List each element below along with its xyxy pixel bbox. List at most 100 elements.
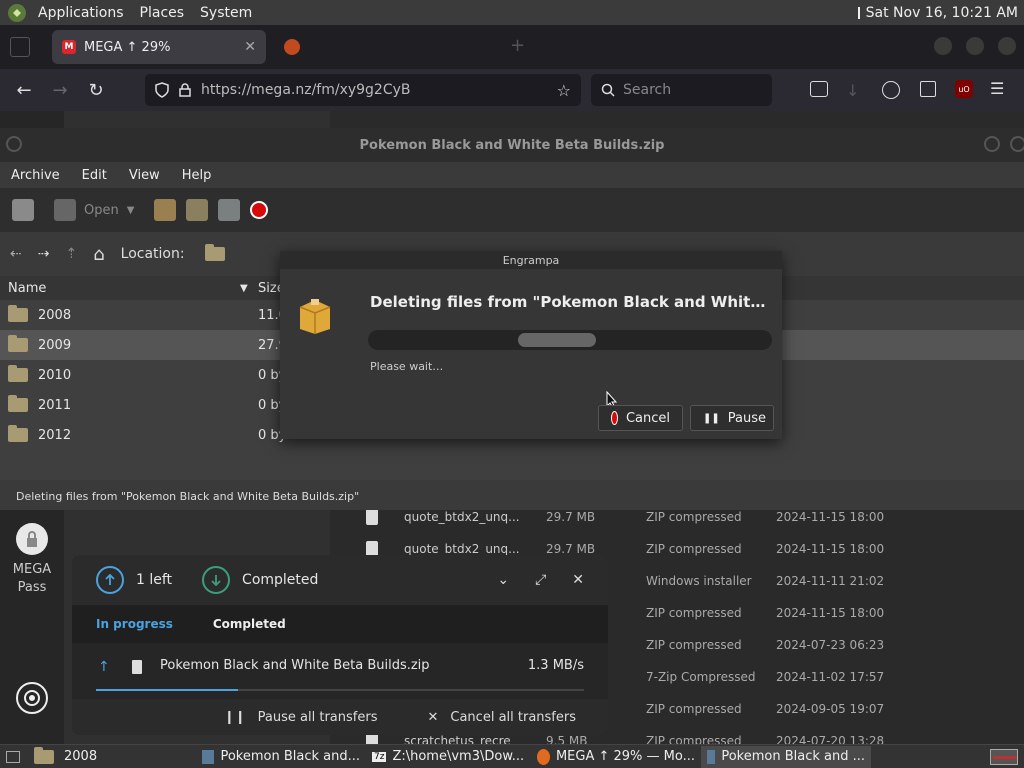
expand-icon[interactable]: ⤢ bbox=[535, 572, 546, 588]
new-archive-icon[interactable] bbox=[12, 199, 34, 221]
taskbar: 2008 Pokemon Black and... 7z Z:\home\vm3… bbox=[0, 744, 1024, 768]
taskbar-item-engrampa-active[interactable]: Pokemon Black and ... bbox=[701, 745, 871, 768]
maximize-icon[interactable] bbox=[1010, 136, 1024, 152]
add-files-icon[interactable] bbox=[186, 199, 209, 221]
taskbar-item-label: Pokemon Black and ... bbox=[721, 749, 865, 764]
tab-completed[interactable]: Completed bbox=[213, 617, 286, 631]
hamburger-menu-icon[interactable]: ☰ bbox=[990, 79, 1004, 98]
sort-desc-icon[interactable]: ▼ bbox=[240, 283, 256, 294]
menu-archive[interactable]: Archive bbox=[0, 168, 71, 183]
cancel-button[interactable]: Cancel bbox=[598, 405, 683, 431]
menu-places[interactable]: Places bbox=[132, 5, 193, 21]
mega-pass-label[interactable]: MEGA Pass bbox=[8, 561, 56, 597]
upload-arrow-icon: ↑ bbox=[98, 659, 110, 675]
mega-account-icon[interactable] bbox=[16, 682, 48, 714]
search-field[interactable]: Search bbox=[591, 74, 772, 106]
menu-applications[interactable]: Applications bbox=[30, 5, 132, 21]
column-name[interactable]: Name bbox=[0, 281, 240, 296]
archive-box-icon bbox=[298, 295, 332, 335]
mega-file-type: ZIP compressed bbox=[646, 702, 742, 716]
extensions-icon[interactable] bbox=[920, 81, 936, 97]
tab-list-icon[interactable] bbox=[10, 37, 30, 57]
downloads-icon[interactable]: ↓ bbox=[846, 81, 859, 100]
cancel-all-button[interactable]: ✕ Cancel all transfers bbox=[427, 710, 576, 725]
reload-icon[interactable]: ↻ bbox=[78, 72, 114, 108]
firefox-tab-icon[interactable] bbox=[284, 39, 300, 55]
close-icon[interactable]: ✕ bbox=[572, 572, 584, 588]
folder-icon bbox=[8, 395, 28, 412]
distro-logo-icon[interactable] bbox=[8, 3, 26, 22]
cancel-all-label: Cancel all transfers bbox=[450, 709, 576, 725]
zip-file-icon bbox=[132, 660, 142, 674]
forward-icon[interactable]: ⇢ bbox=[38, 246, 50, 262]
transfers-left-count: 1 left bbox=[136, 572, 173, 588]
pause-label: Pause bbox=[727, 410, 766, 426]
7zip-icon: 7z bbox=[372, 751, 387, 762]
minimize-icon[interactable] bbox=[984, 136, 1000, 152]
lock-icon[interactable] bbox=[179, 83, 191, 97]
menu-edit[interactable]: Edit bbox=[71, 168, 118, 183]
workspace-switcher-icon[interactable] bbox=[984, 746, 1024, 768]
pocket-icon[interactable] bbox=[810, 81, 828, 97]
chevron-down-icon[interactable]: ▼ bbox=[127, 205, 135, 216]
tab-mega[interactable]: M MEGA ↑ 29% ✕ bbox=[52, 30, 266, 64]
add-folder-icon[interactable] bbox=[218, 199, 241, 221]
mega-file-type: ZIP compressed bbox=[646, 606, 742, 620]
taskbar-item-firefox[interactable]: MEGA ↑ 29% — Mo... bbox=[531, 746, 701, 768]
home-icon[interactable]: ⌂ bbox=[93, 244, 104, 265]
taskbar-item-folder[interactable]: 2008 bbox=[26, 746, 196, 768]
bookmark-star-icon[interactable]: ☆ bbox=[557, 81, 571, 100]
mega-file-type: Windows installer bbox=[646, 574, 752, 588]
show-desktop-icon[interactable] bbox=[0, 746, 26, 768]
menu-system[interactable]: System bbox=[192, 5, 260, 21]
pause-all-button[interactable]: ❙❙ Pause all transfers bbox=[224, 710, 378, 725]
maximize-window-icon[interactable] bbox=[966, 37, 984, 55]
account-icon[interactable] bbox=[882, 81, 900, 99]
progress-pulse bbox=[518, 333, 596, 347]
please-wait-text: Please wait… bbox=[370, 360, 444, 373]
up-icon[interactable]: ⇡ bbox=[65, 246, 77, 262]
progress-bar bbox=[368, 330, 772, 350]
transfer-manager-panel: 1 left Completed ⌄ ⤢ ✕ In progress Compl… bbox=[72, 555, 608, 735]
menu-view[interactable]: View bbox=[118, 168, 171, 183]
extract-icon[interactable] bbox=[154, 199, 177, 221]
forward-icon[interactable]: → bbox=[42, 72, 78, 108]
row-name: 2009 bbox=[38, 337, 72, 353]
dialog-titlebar[interactable]: Engrampa bbox=[280, 251, 782, 269]
back-icon[interactable]: ← bbox=[6, 72, 42, 108]
mega-pass-icon[interactable] bbox=[16, 523, 48, 555]
taskbar-item-label: MEGA ↑ 29% — Mo... bbox=[555, 749, 695, 764]
mega-file-date: 2024-11-15 18:00 bbox=[776, 606, 885, 620]
row-name: 2012 bbox=[38, 427, 72, 443]
stop-icon[interactable] bbox=[250, 201, 269, 219]
window-menu-icon[interactable] bbox=[6, 136, 22, 152]
mega-file-date: 2024-11-02 17:57 bbox=[776, 670, 885, 684]
open-button[interactable]: Open ▼ bbox=[54, 199, 134, 221]
engrampa-menubar: Archive Edit View Help bbox=[0, 162, 1024, 188]
tab-in-progress[interactable]: In progress bbox=[96, 617, 173, 631]
url-text[interactable]: https://mega.nz/fm/xy9g2CyB bbox=[201, 82, 547, 98]
transfer-progress-fill bbox=[96, 689, 238, 691]
taskbar-item-engrampa[interactable]: Pokemon Black and... bbox=[196, 746, 366, 768]
clock[interactable]: Sat Nov 16, 10:21 AM bbox=[866, 5, 1018, 21]
shield-icon[interactable] bbox=[155, 82, 169, 98]
url-bar[interactable]: https://mega.nz/fm/xy9g2CyB ☆ bbox=[145, 74, 581, 106]
transfer-speed: 1.3 MB/s bbox=[527, 658, 584, 673]
new-tab-icon[interactable]: + bbox=[510, 35, 525, 56]
engrampa-titlebar[interactable]: Pokemon Black and White Beta Builds.zip bbox=[0, 128, 1024, 162]
tab-close-icon[interactable]: ✕ bbox=[244, 39, 256, 55]
menu-help[interactable]: Help bbox=[171, 168, 223, 183]
chevron-down-icon[interactable]: ⌄ bbox=[497, 572, 509, 588]
close-window-icon[interactable] bbox=[998, 37, 1016, 55]
status-text: Deleting files from "Pokemon Black and W… bbox=[16, 490, 360, 503]
ublock-icon[interactable]: uO bbox=[955, 80, 973, 98]
minimize-window-icon[interactable] bbox=[934, 37, 952, 55]
pause-icon: ❙❙ bbox=[223, 709, 246, 725]
transfer-item[interactable]: ↑ Pokemon Black and White Beta Builds.zi… bbox=[72, 643, 608, 699]
engrampa-statusbar: Deleting files from "Pokemon Black and W… bbox=[0, 483, 1024, 510]
taskbar-item-7zip[interactable]: 7z Z:\home\vm3\Dow... bbox=[366, 746, 531, 768]
back-icon[interactable]: ⇠ bbox=[10, 246, 22, 262]
pause-button[interactable]: ❚❚ Pause bbox=[690, 405, 774, 431]
mega-file-name: quote_btdx2_unq... bbox=[404, 510, 520, 524]
mega-file-date: 2024-07-23 06:23 bbox=[776, 638, 885, 652]
